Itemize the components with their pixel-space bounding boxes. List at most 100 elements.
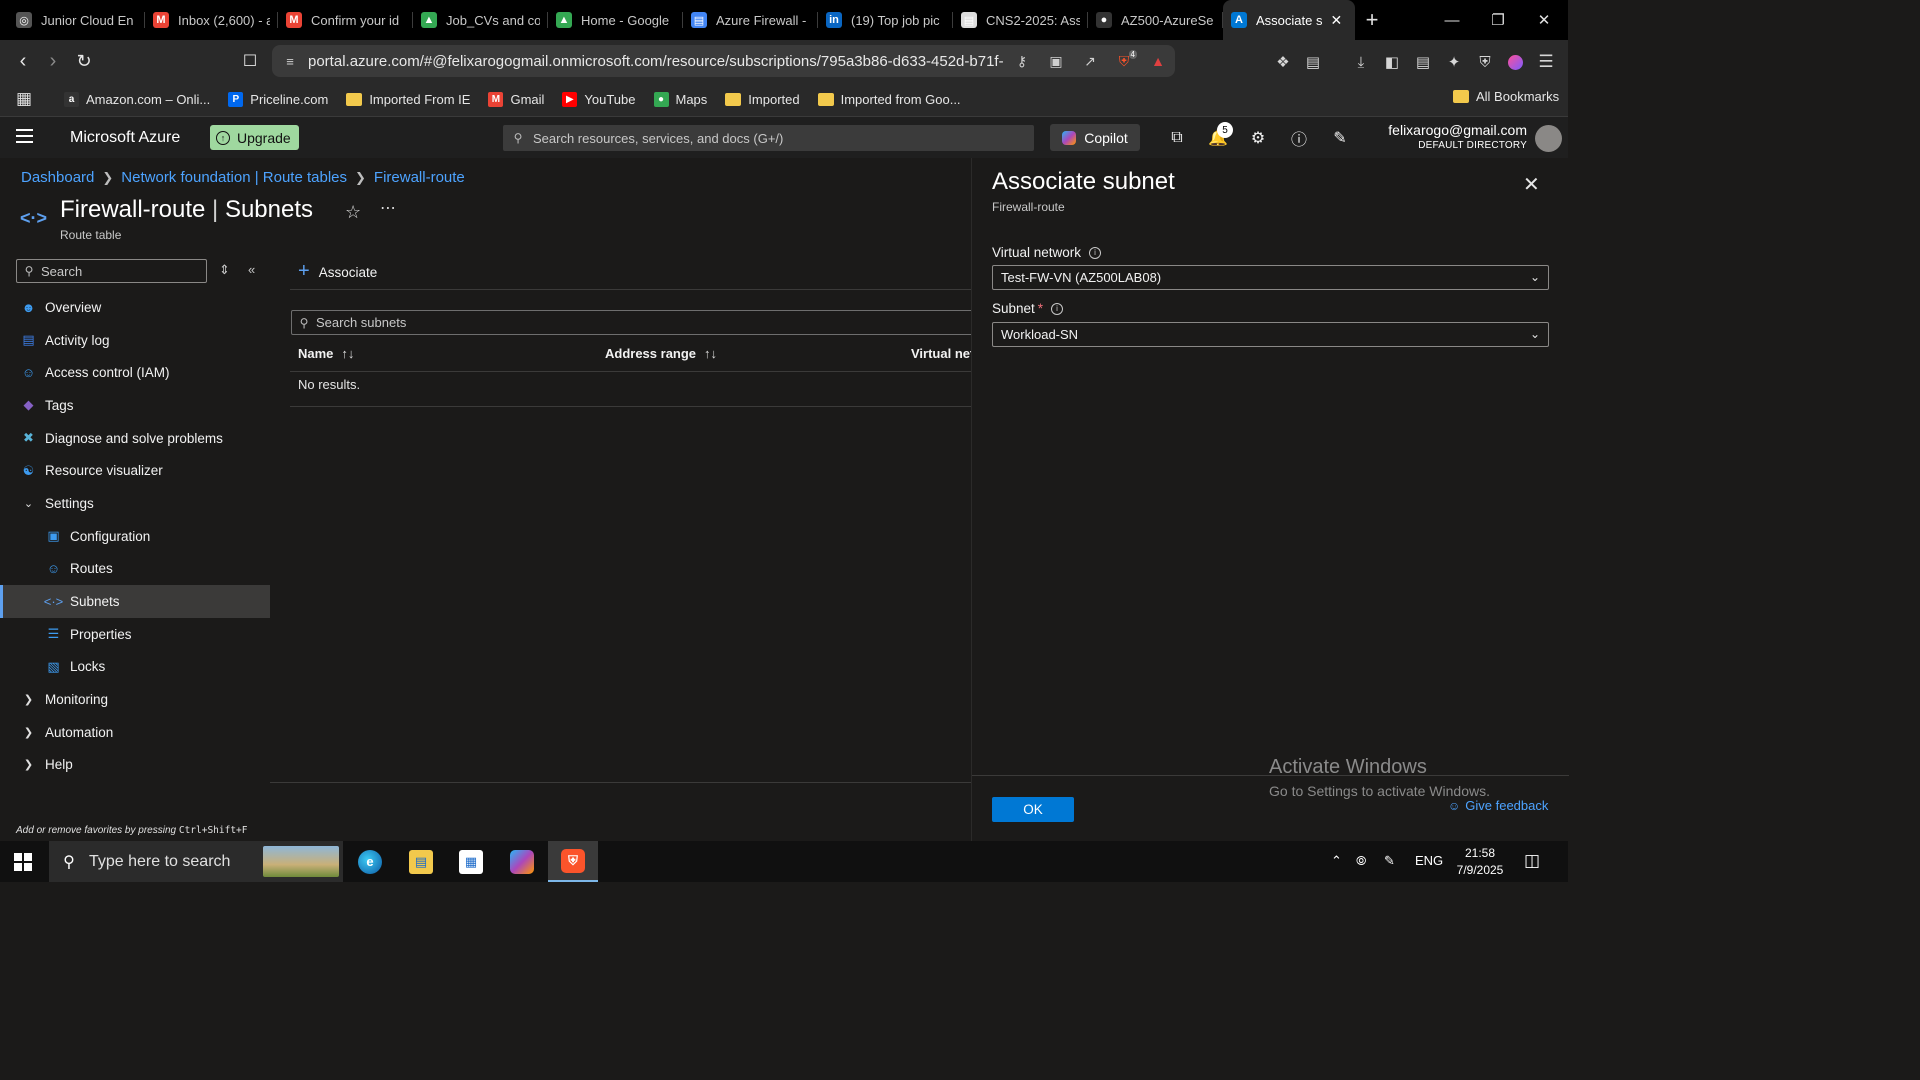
browser-tab[interactable]: ◎ Junior Cloud En xyxy=(8,0,145,40)
info-icon[interactable]: i xyxy=(1051,302,1064,315)
sidebar-item-diagnose-and-solve-problems[interactable]: ✖ Diagnose and solve problems xyxy=(0,422,270,455)
sidebar-item-access-control-iam[interactable]: ☺ Access control (IAM) xyxy=(0,356,270,389)
subnet-search-input[interactable]: ⚲ Search subnets xyxy=(291,310,981,335)
subnet-dropdown[interactable]: Workload-SN ⌄ xyxy=(992,322,1549,347)
breadcrumb-route-tables[interactable]: Network foundation | Route tables xyxy=(121,169,347,186)
all-bookmarks[interactable]: All Bookmarks xyxy=(1453,89,1559,104)
bookmark-item[interactable]: ● Maps xyxy=(653,91,707,107)
password-key-icon[interactable]: ⚷ xyxy=(1005,53,1039,70)
settings-gear-icon[interactable]: ⚙ xyxy=(1247,127,1269,149)
feedback-icon[interactable]: ✎ xyxy=(1329,127,1351,149)
bookmark-item[interactable]: a Amazon.com – Onli... xyxy=(64,91,210,107)
apps-grid-icon[interactable]: ▦ xyxy=(16,89,43,109)
new-tab-button[interactable]: + xyxy=(1355,0,1389,40)
sidebar-item-activity-log[interactable]: ▤ Activity log xyxy=(0,324,270,357)
edge-app-icon[interactable]: e xyxy=(345,841,395,882)
vpn-icon[interactable]: ⛨ xyxy=(1474,51,1496,73)
site-settings-icon[interactable]: ≡ xyxy=(272,54,308,69)
sidebar-item-subnets[interactable]: <·> Subnets xyxy=(0,585,270,618)
show-hidden-icons-icon[interactable]: ⌃ xyxy=(1331,853,1342,869)
notification-center-icon[interactable]: ◫ xyxy=(1524,851,1540,871)
info-icon[interactable]: i xyxy=(1089,246,1102,259)
collapse-menu-icon[interactable]: « xyxy=(248,262,255,277)
sidebar-icon[interactable]: ◧ xyxy=(1381,51,1403,73)
sidebar-item-help[interactable]: ❯ Help xyxy=(0,749,270,782)
browser-tab[interactable]: M Inbox (2,600) - a xyxy=(145,0,278,40)
sidebar-item-configuration[interactable]: ▣ Configuration xyxy=(0,520,270,553)
menu-icon[interactable]: ☰ xyxy=(1535,51,1557,73)
browser-tab[interactable]: ▲ Home - Google xyxy=(548,0,683,40)
share-icon[interactable]: ↗ xyxy=(1073,53,1107,70)
breadcrumb-firewall-route[interactable]: Firewall-route xyxy=(374,169,465,186)
avatar[interactable] xyxy=(1535,125,1562,152)
url-bar[interactable]: ≡ portal.azure.com/#@felixarogogmail.onm… xyxy=(272,45,1175,77)
language-indicator[interactable]: ENG xyxy=(1415,853,1443,868)
browser-tab[interactable]: ● AZ500-AzureSe xyxy=(1088,0,1223,40)
breadcrumb-dashboard[interactable]: Dashboard xyxy=(21,169,94,186)
help-icon[interactable]: ⓘ xyxy=(1288,127,1310,149)
close-window-icon[interactable]: ✕ xyxy=(1521,0,1567,40)
browser-tab[interactable]: M Confirm your id xyxy=(278,0,413,40)
microsoft-store-icon[interactable]: ▦ xyxy=(446,841,496,882)
file-explorer-icon[interactable]: ▤ xyxy=(396,841,446,882)
column-header-virtual-network[interactable]: Virtual net xyxy=(911,346,974,361)
portal-menu-icon[interactable] xyxy=(16,129,33,147)
ok-button[interactable]: OK xyxy=(992,797,1074,822)
cloud-shell-icon[interactable]: ⧉ xyxy=(1166,127,1188,149)
sort-icon[interactable]: ↑↓ xyxy=(704,346,717,361)
sidebar-item-settings[interactable]: ⌄ Settings xyxy=(0,487,270,520)
close-icon[interactable]: ✕ xyxy=(1523,172,1540,197)
associate-button[interactable]: + Associate xyxy=(298,260,377,283)
bookmark-item[interactable]: P Priceline.com xyxy=(228,91,328,107)
copilot-button[interactable]: Copilot xyxy=(1050,124,1140,151)
minimize-icon[interactable]: — xyxy=(1429,0,1475,40)
browser-tab[interactable]: ▲ Job_CVs and co xyxy=(413,0,548,40)
upgrade-button[interactable]: ↑ Upgrade xyxy=(210,125,299,150)
browser-tab[interactable]: in (19) Top job pic xyxy=(818,0,953,40)
forward-icon[interactable]: › xyxy=(40,48,66,74)
sidebar-item-monitoring[interactable]: ❯ Monitoring xyxy=(0,683,270,716)
sidebar-item-locks[interactable]: ▧ Locks xyxy=(0,651,270,684)
expand-collapse-icon[interactable]: ⇕ xyxy=(219,262,230,278)
sidebar-item-properties[interactable]: ☰ Properties xyxy=(0,618,270,651)
browser-tab[interactable]: A Associate s ✕ xyxy=(1223,0,1355,40)
menu-search-input[interactable]: ⚲ Search xyxy=(16,259,207,283)
clock[interactable]: 21:58 7/9/2025 xyxy=(1450,845,1510,879)
brave-browser-icon[interactable]: ⛨ xyxy=(548,841,598,882)
reader-icon[interactable]: ▤ xyxy=(1302,51,1324,73)
brave-shield-icon[interactable]: ⛨ 4 xyxy=(1107,49,1141,70)
sidebar-item-routes[interactable]: ☺ Routes xyxy=(0,553,270,586)
bookmark-item[interactable]: Imported from Goo... xyxy=(817,92,961,107)
give-feedback-link[interactable]: ☺ Give feedback xyxy=(1448,798,1548,813)
global-search-input[interactable]: ⚲ Search resources, services, and docs (… xyxy=(503,125,1034,151)
bookmark-icon[interactable]: ☐ xyxy=(237,48,263,74)
brave-rewards-icon[interactable]: ▲ xyxy=(1141,53,1175,69)
close-tab-icon[interactable]: ✕ xyxy=(1330,12,1342,29)
account-menu[interactable]: felixarogo@gmail.com DEFAULT DIRECTORY xyxy=(1388,122,1527,151)
profile-icon[interactable] xyxy=(1504,51,1526,73)
cast-icon[interactable]: ▣ xyxy=(1039,53,1073,70)
virtual-network-dropdown[interactable]: Test-FW-VN (AZ500LAB08) ⌄ xyxy=(992,265,1549,290)
bookmark-item[interactable]: Imported xyxy=(725,92,800,107)
restore-icon[interactable]: ❐ xyxy=(1475,0,1521,40)
downloads-icon[interactable]: ⤓ xyxy=(1350,51,1372,73)
column-header-name[interactable]: Name ↑↓ xyxy=(298,346,354,361)
sidebar-item-tags[interactable]: ◆ Tags xyxy=(0,389,270,422)
back-icon[interactable]: ‹ xyxy=(10,48,36,74)
browser-tab[interactable]: ▤ Azure Firewall - xyxy=(683,0,818,40)
wallet-icon[interactable]: ▤ xyxy=(1412,51,1434,73)
bookmark-item[interactable]: ▶ YouTube xyxy=(562,91,636,107)
reload-icon[interactable]: ↻ xyxy=(71,48,97,74)
sidebar-item-resource-visualizer[interactable]: ☯ Resource visualizer xyxy=(0,454,270,487)
pen-icon[interactable]: ✎ xyxy=(1384,853,1395,869)
azure-brand[interactable]: Microsoft Azure xyxy=(70,129,180,147)
bookmark-item[interactable]: M Gmail xyxy=(488,91,544,107)
bookmark-item[interactable]: Imported From IE xyxy=(346,92,470,107)
taskbar-search-input[interactable]: ⚲ Type here to search xyxy=(49,841,343,882)
column-header-address-range[interactable]: Address range ↑↓ xyxy=(605,346,717,361)
leo-ai-icon[interactable]: ✦ xyxy=(1443,51,1465,73)
extensions-icon[interactable]: ❖ xyxy=(1272,51,1294,73)
copilot-app-icon[interactable] xyxy=(497,841,547,882)
favorite-star-icon[interactable]: ☆ xyxy=(345,202,361,223)
sidebar-item-overview[interactable]: ☻ Overview xyxy=(0,291,270,324)
